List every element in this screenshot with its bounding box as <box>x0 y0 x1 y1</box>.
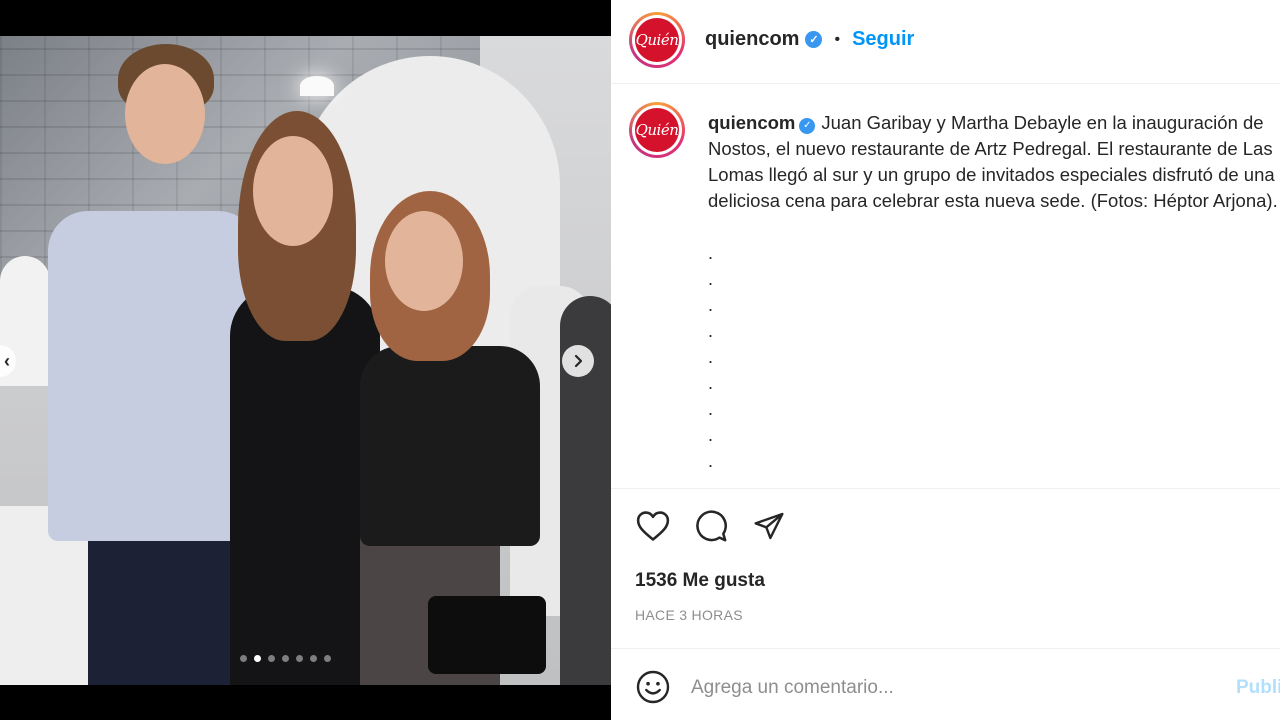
follow-button[interactable]: Seguir <box>852 28 914 51</box>
caption-dot-line: . <box>708 295 714 315</box>
avatar-logo: Quién <box>635 18 679 62</box>
carousel-dot <box>268 655 275 662</box>
verified-icon: ✓ <box>799 118 816 134</box>
divider <box>611 488 1280 489</box>
caption-dot-line: . <box>708 425 714 445</box>
post-sidebar: Quién quiencom ✓ • Seguir Quién quiencom… <box>611 0 1280 720</box>
caption-dot-line: . <box>708 399 714 419</box>
avatar[interactable]: Quién <box>629 12 685 68</box>
carousel-dot <box>282 655 289 662</box>
likes-count[interactable]: 1536 Me gusta <box>635 570 765 592</box>
carousel-next-button[interactable] <box>562 345 594 377</box>
caption-dot-line: . <box>708 347 714 367</box>
caption-username[interactable]: quiencom <box>708 112 795 133</box>
caption-dot-line: . <box>708 321 714 341</box>
publish-button[interactable]: Publi <box>1236 677 1280 699</box>
caption-dot-line: . <box>708 243 714 263</box>
emoji-icon <box>636 670 670 704</box>
chevron-right-icon <box>574 354 583 368</box>
share-button[interactable] <box>751 508 787 544</box>
carousel-indicator <box>240 655 331 662</box>
caption-dot-line: . <box>708 451 714 471</box>
post-actions <box>635 508 787 544</box>
post-photo <box>0 36 611 685</box>
like-button[interactable] <box>635 508 671 544</box>
divider <box>611 648 1280 649</box>
carousel-dot <box>254 655 261 662</box>
chevron-left-icon: ‹ <box>4 350 10 371</box>
carousel-dot <box>240 655 247 662</box>
verified-icon: ✓ <box>805 31 823 48</box>
avatar-logo: Quién <box>635 108 679 152</box>
instagram-post-view: ‹ Quién quiencom ✓ • Seguir Quién quienc… <box>0 0 1280 720</box>
caption-dot-line: . <box>708 269 714 289</box>
post-timestamp[interactable]: HACE 3 HORAS <box>635 607 743 623</box>
caption-dots: ......... <box>708 240 713 474</box>
carousel-dot <box>310 655 317 662</box>
carousel-dot <box>324 655 331 662</box>
post-media: ‹ <box>0 0 611 720</box>
comment-input[interactable] <box>691 673 1211 703</box>
username-link[interactable]: quiencom <box>705 28 799 51</box>
caption-avatar[interactable]: Quién <box>629 102 685 158</box>
comment-bar: Publi <box>611 655 1280 720</box>
emoji-button[interactable] <box>635 669 671 705</box>
share-icon <box>754 512 784 540</box>
separator-dot: • <box>834 30 841 48</box>
caption-dot-line: . <box>708 373 714 393</box>
comment-button[interactable] <box>693 508 729 544</box>
carousel-dot <box>296 655 303 662</box>
comment-icon <box>696 510 727 542</box>
header-user: quiencom ✓ • Seguir <box>705 28 914 51</box>
post-caption: quiencom ✓ Juan Garibay y Martha Debayle e… <box>708 110 1278 214</box>
heart-icon <box>636 511 670 541</box>
post-header: Quién quiencom ✓ • Seguir <box>611 0 1280 84</box>
